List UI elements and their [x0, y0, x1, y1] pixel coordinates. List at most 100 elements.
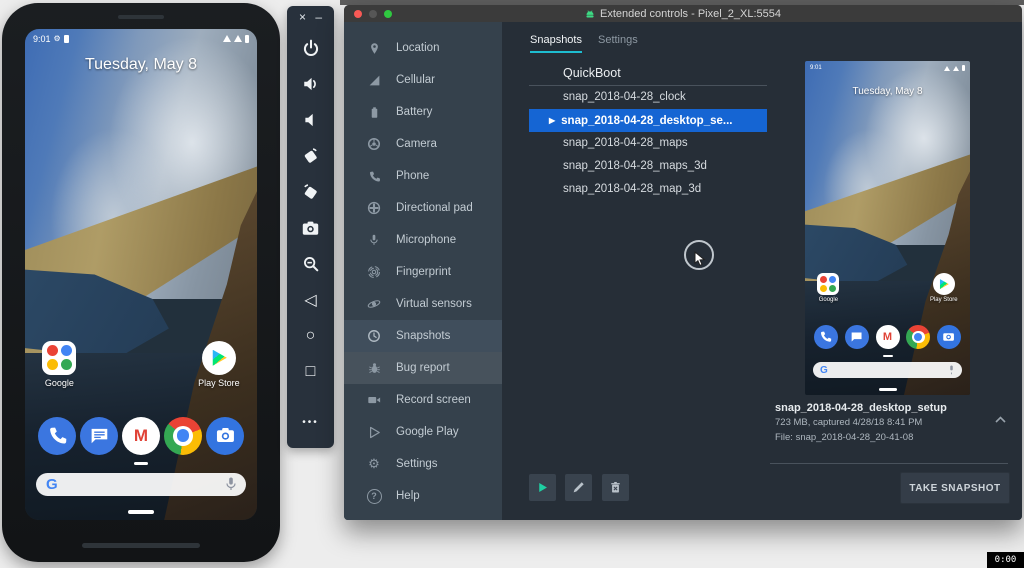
sidebar-item-help[interactable]: ? Help	[344, 480, 502, 512]
snapshot-row-label: snap_2018-04-28_desktop_se...	[561, 115, 733, 127]
chrome-app-icon	[906, 324, 931, 349]
sidebar-item-location[interactable]: Location	[344, 32, 502, 64]
delete-snapshot-button[interactable]	[602, 474, 629, 501]
zoom-button[interactable]	[296, 253, 326, 275]
sidebar-item-google-play[interactable]: Google Play	[344, 416, 502, 448]
mic-icon[interactable]	[226, 477, 236, 491]
tab-settings[interactable]: Settings	[598, 34, 638, 53]
snapshot-row[interactable]: snap_2018-04-28_clock	[529, 86, 767, 109]
snapshot-row-selected[interactable]: ▶ snap_2018-04-28_desktop_se...	[529, 109, 767, 132]
tab-snapshots[interactable]: Snapshots	[530, 34, 582, 53]
sidebar-item-snapshots[interactable]: Snapshots	[344, 320, 502, 352]
sidebar-item-bug-report[interactable]: Bug report	[344, 352, 502, 384]
messages-app-icon	[844, 324, 869, 349]
phone-frame: 9:01 ⚙ Tuesday, May 8 Google Play Store …	[2, 3, 280, 562]
overview-button[interactable]: □	[296, 361, 326, 383]
sidebar-item-microphone[interactable]: Microphone	[344, 224, 502, 256]
sidebar-item-virtual-sensors[interactable]: Virtual sensors	[344, 288, 502, 320]
play-store-icon	[201, 340, 236, 375]
snapshot-meta: 723 MB, captured 4/28/18 8:41 PM	[775, 417, 923, 428]
sidebar-item-label: Bug report	[396, 362, 450, 374]
snapshot-file: File: snap_2018-04-28_20-41-08	[775, 432, 914, 443]
volume-down-button[interactable]	[296, 109, 326, 131]
sidebar-item-cellular[interactable]: Cellular	[344, 64, 502, 96]
snapshot-preview-image: 9:01 Tuesday, May 8 Google Play Store M	[805, 61, 970, 395]
phone-handset-icon	[366, 168, 382, 184]
play-store-app[interactable]: Play Store	[198, 340, 240, 388]
camera-app-icon[interactable]	[206, 416, 244, 455]
volume-up-button[interactable]	[296, 73, 326, 95]
messages-app-icon[interactable]	[80, 416, 118, 455]
camera-icon	[302, 221, 319, 235]
sidebar-item-directional-pad[interactable]: Directional pad	[344, 192, 502, 224]
preview-play-store: Play Store	[930, 273, 958, 303]
virtual-sensors-icon	[366, 296, 382, 312]
snapshot-row[interactable]: snap_2018-04-28_map_3d	[529, 178, 767, 201]
collapse-details-chevron[interactable]	[995, 410, 1006, 428]
edit-snapshot-button[interactable]	[565, 474, 592, 501]
power-icon	[303, 39, 318, 56]
microphone-icon	[366, 232, 382, 248]
google-folder[interactable]: Google	[42, 340, 77, 388]
toolbar-minimize-button[interactable]: –	[315, 11, 322, 23]
more-button[interactable]: •••	[296, 411, 326, 433]
bottom-speaker	[82, 543, 200, 548]
take-snapshot-button[interactable]: TAKE SNAPSHOT	[900, 472, 1010, 504]
sd-card-icon	[63, 34, 69, 43]
power-button[interactable]	[296, 37, 326, 59]
battery-icon	[245, 34, 249, 43]
preview-google-folder: Google	[817, 273, 840, 303]
sidebar-item-fingerprint[interactable]: Fingerprint	[344, 256, 502, 288]
home-button[interactable]: ○	[296, 325, 326, 347]
video-camera-icon	[366, 392, 382, 408]
signal-icon	[234, 35, 242, 42]
toolbar-close-button[interactable]: ×	[299, 11, 306, 23]
sidebar-item-phone[interactable]: Phone	[344, 160, 502, 192]
wifi-icon	[223, 35, 231, 42]
tab-bar: Snapshots Settings	[530, 34, 638, 53]
screenshot-button[interactable]	[296, 217, 326, 239]
rotate-right-button[interactable]	[296, 181, 326, 203]
battery-icon	[366, 104, 382, 120]
preview-status-bar: 9:01	[805, 61, 970, 73]
sidebar-item-camera[interactable]: Camera	[344, 128, 502, 160]
earpiece-speaker	[118, 15, 164, 19]
window-title: Extended controls - Pixel_2_XL:5554	[599, 7, 781, 20]
phone-screen[interactable]: 9:01 ⚙ Tuesday, May 8 Google Play Store …	[25, 29, 257, 520]
sidebar-item-label: Location	[396, 42, 440, 54]
sidebar: Location Cellular Battery Camera Phone D…	[344, 22, 502, 520]
extended-controls-window: Extended controls - Pixel_2_XL:5554 Loca…	[344, 5, 1022, 520]
snapshot-name: snap_2018-04-28_desktop_setup	[775, 402, 947, 414]
zoom-out-icon	[303, 257, 318, 272]
gear-icon: ⚙	[368, 456, 380, 471]
emulator-toolbar: × – ◁ ○ □ •••	[287, 6, 334, 448]
sidebar-item-label: Snapshots	[396, 330, 451, 342]
snapshot-list-header[interactable]: QuickBoot	[529, 62, 767, 84]
preview-clock: 9:01	[810, 65, 822, 71]
rotate-right-icon	[304, 183, 317, 199]
selected-arrow-icon: ▶	[549, 116, 556, 125]
phone-app-icon[interactable]	[38, 416, 76, 455]
sidebar-item-label: Google Play	[396, 426, 459, 438]
rotate-left-button[interactable]	[296, 145, 326, 167]
load-snapshot-button[interactable]	[529, 474, 556, 501]
search-bar[interactable]: G	[36, 472, 246, 496]
sidebar-item-battery[interactable]: Battery	[344, 96, 502, 128]
sidebar-item-label: Microphone	[396, 234, 457, 246]
chrome-app-icon[interactable]	[164, 416, 202, 455]
google-folder-label: Google	[44, 377, 74, 388]
back-button[interactable]: ◁	[296, 289, 326, 311]
snapshot-row[interactable]: snap_2018-04-28_maps	[529, 132, 767, 155]
sidebar-item-settings[interactable]: ⚙ Settings	[344, 448, 502, 480]
sidebar-item-label: Cellular	[396, 74, 435, 86]
play-store-label: Play Store	[198, 377, 240, 388]
status-bar: 9:01 ⚙	[25, 29, 257, 46]
gmail-app-icon[interactable]: M	[122, 416, 160, 455]
sidebar-item-label: Settings	[396, 458, 438, 470]
snapshot-row[interactable]: snap_2018-04-28_maps_3d	[529, 155, 767, 178]
fingerprint-icon	[366, 264, 382, 280]
dock: M	[25, 416, 257, 455]
sidebar-item-record-screen[interactable]: Record screen	[344, 384, 502, 416]
mouse-cursor	[694, 251, 706, 266]
home-pill[interactable]	[128, 510, 154, 514]
